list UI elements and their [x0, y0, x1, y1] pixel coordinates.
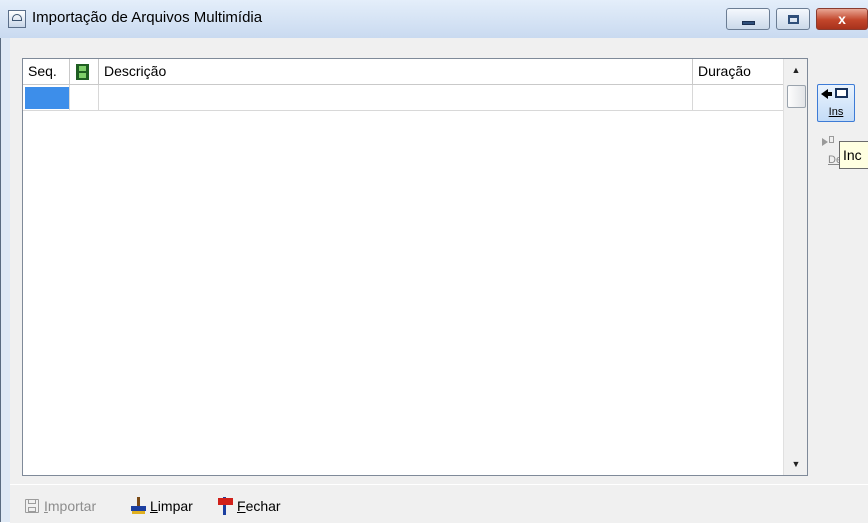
column-header-description[interactable]: Descrição — [99, 59, 693, 84]
title-bar[interactable]: Importação de Arquivos Multimídia x — [0, 0, 868, 38]
floppy-disk-icon — [25, 499, 39, 513]
minimize-button[interactable] — [726, 8, 770, 30]
bottom-toolbar: Importar Limpar Fechar — [10, 484, 868, 523]
minimize-icon — [742, 21, 755, 25]
insert-label: Ins — [828, 106, 844, 118]
maximize-icon — [788, 15, 799, 24]
film-icon — [76, 64, 89, 80]
column-header-media[interactable] — [70, 59, 99, 84]
media-grid[interactable] — [22, 58, 808, 476]
tooltip: Inc — [839, 141, 868, 169]
column-header-seq[interactable]: Seq. — [23, 59, 70, 84]
delete-box-icon — [829, 136, 834, 143]
clear-label: Limpar — [150, 498, 193, 514]
column-header-duration[interactable]: Duração — [693, 59, 783, 84]
import-label: Importar — [44, 498, 97, 514]
grid-header: Seq. Descrição Duração — [23, 59, 783, 85]
selected-cell-highlight — [25, 87, 69, 109]
insert-button[interactable]: Ins — [817, 84, 855, 122]
close-label: Fechar — [237, 498, 281, 514]
flag-icon — [218, 497, 234, 515]
scroll-up-icon[interactable]: ▲ — [784, 59, 808, 81]
close-button[interactable]: x — [816, 8, 868, 30]
cell-media[interactable] — [70, 85, 99, 110]
window-title: Importação de Arquivos Multimídia — [32, 9, 263, 26]
vertical-scrollbar[interactable]: ▲ ▼ — [783, 59, 807, 475]
scroll-down-icon[interactable]: ▼ — [784, 453, 808, 475]
broom-icon — [131, 497, 146, 515]
cell-description[interactable] — [99, 85, 693, 110]
scroll-thumb[interactable] — [787, 85, 806, 108]
app-icon — [8, 10, 26, 28]
insert-arrow-icon — [821, 89, 835, 99]
insert-box-icon — [835, 88, 848, 98]
maximize-button[interactable] — [776, 8, 810, 30]
table-row[interactable] — [23, 85, 783, 111]
cell-duration[interactable] — [693, 85, 783, 110]
delete-arrow-icon — [822, 138, 828, 146]
